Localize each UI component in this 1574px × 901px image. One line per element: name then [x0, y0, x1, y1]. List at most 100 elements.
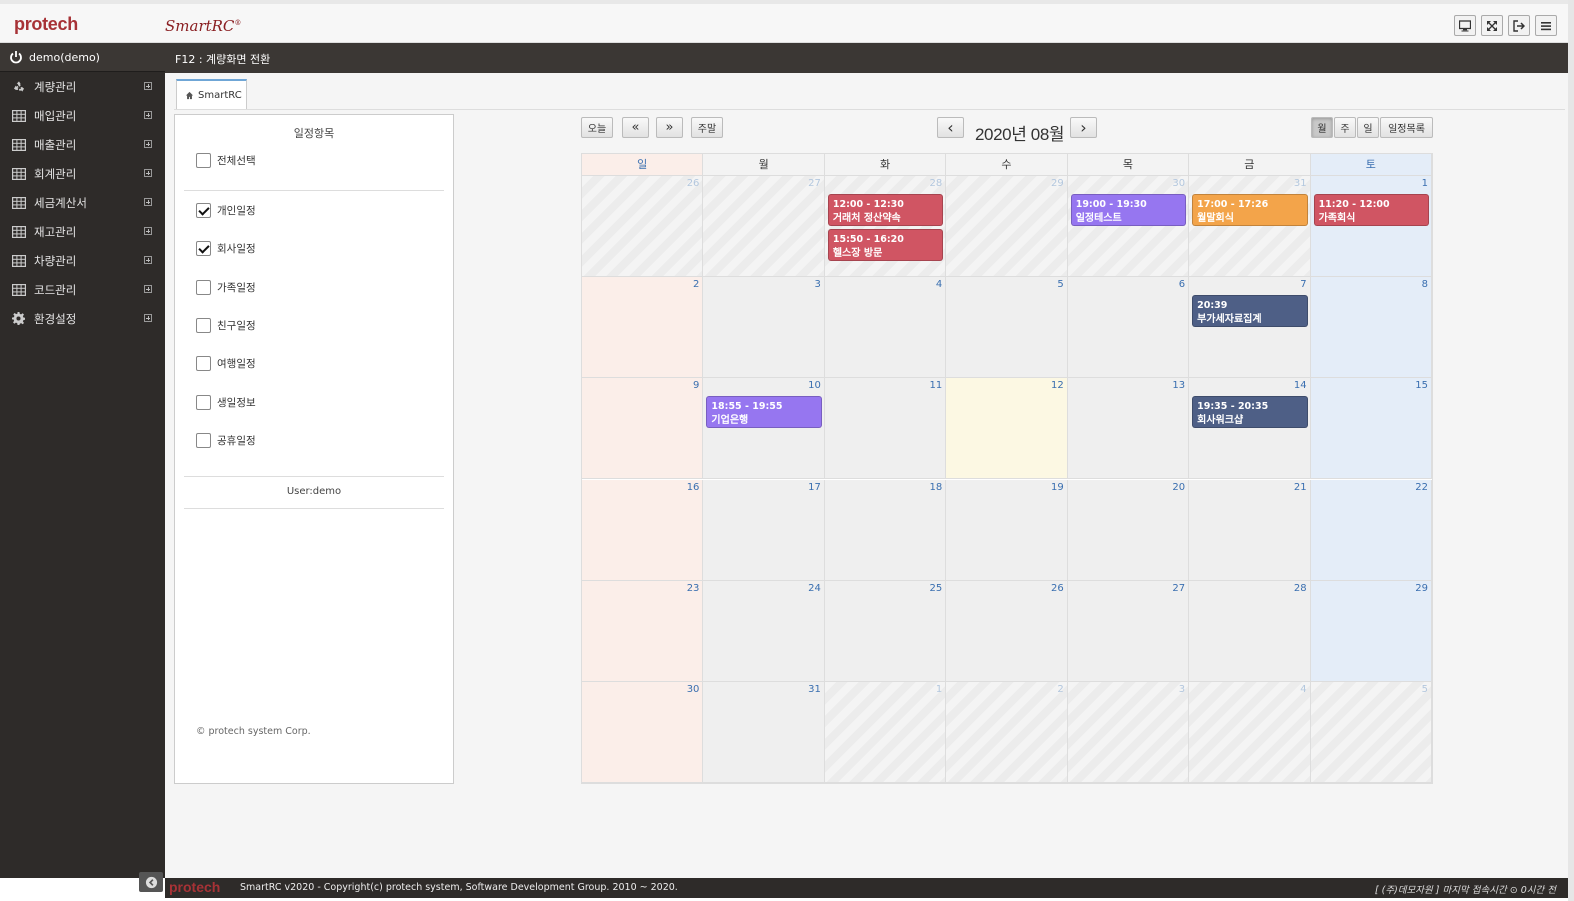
calendar-event[interactable]: 17:00 - 17:26 월말회식 [1192, 194, 1308, 226]
day-cell[interactable]: 29 [1310, 580, 1432, 682]
list-view-button[interactable]: 일정목록 [1380, 117, 1433, 138]
calendar-event[interactable]: 18:55 - 19:55 기업은행 [706, 396, 822, 429]
expand-plus-icon[interactable] [144, 227, 152, 235]
calendar-event[interactable]: 12:00 - 12:30 거래처 정산약속 [827, 194, 944, 226]
day-cell[interactable]: 25 [824, 580, 947, 682]
protech-logo[interactable]: protech [14, 14, 78, 35]
day-cell[interactable]: 28 [824, 176, 947, 278]
day-number[interactable]: 28 [930, 178, 943, 189]
weekend-button[interactable]: 주말 [691, 117, 723, 138]
day-number[interactable]: 11 [930, 380, 943, 391]
sidebar-item-0[interactable]: 계량관리 [0, 72, 165, 101]
day-number[interactable]: 23 [687, 583, 700, 594]
logout-button[interactable] [1508, 15, 1530, 36]
day-number[interactable]: 22 [1415, 482, 1428, 493]
day-number[interactable]: 29 [1051, 178, 1064, 189]
day-cell[interactable]: 31 [1189, 176, 1311, 278]
day-number[interactable]: 3 [1179, 684, 1185, 695]
day-number[interactable]: 26 [1051, 583, 1064, 594]
day-number[interactable]: 28 [1294, 583, 1307, 594]
menu-button[interactable] [1535, 15, 1557, 36]
day-cell[interactable]: 10 [703, 378, 825, 480]
expand-plus-icon[interactable] [144, 169, 152, 177]
prev-month-button[interactable]: ‹ [937, 117, 964, 138]
user-row[interactable]: demo(demo) [0, 43, 165, 72]
today-button[interactable]: 오늘 [581, 117, 613, 138]
day-number[interactable]: 1 [1422, 178, 1428, 189]
sidebar-item-4[interactable]: 세금계산서 [0, 188, 165, 217]
next-year-button[interactable]: » [656, 117, 683, 138]
day-cell[interactable]: 16 [582, 479, 704, 581]
day-number[interactable]: 1 [936, 684, 942, 695]
day-cell[interactable]: 6 [1067, 277, 1190, 379]
day-cell[interactable]: 14 [1189, 378, 1311, 480]
day-cell[interactable]: 21 [1189, 479, 1311, 581]
day-cell[interactable]: 19 [946, 479, 1068, 581]
day-cell[interactable]: 17 [703, 479, 825, 581]
day-cell[interactable]: 29 [946, 176, 1068, 278]
day-number[interactable]: 10 [808, 380, 821, 391]
day-number[interactable]: 25 [930, 583, 943, 594]
prev-year-button[interactable]: « [622, 117, 649, 138]
day-cell[interactable]: 4 [1189, 681, 1311, 783]
day-cell[interactable]: 1 [824, 681, 947, 783]
day-cell[interactable]: 2 [946, 681, 1068, 783]
day-number[interactable]: 5 [1057, 279, 1063, 290]
day-number[interactable]: 15 [1415, 380, 1428, 391]
day-cell[interactable]: 27 [1067, 580, 1190, 682]
day-cell[interactable]: 13 [1067, 378, 1190, 480]
collapse-sidebar-button[interactable] [139, 872, 163, 892]
tab-smartrc[interactable]: SmartRC [176, 79, 247, 110]
checkbox-box[interactable] [196, 317, 211, 333]
category-checkbox-4[interactable]: 여행일정 [196, 356, 256, 372]
next-month-button[interactable]: › [1070, 117, 1097, 138]
expand-plus-icon[interactable] [144, 82, 152, 90]
day-number[interactable]: 17 [808, 482, 821, 493]
day-cell[interactable]: 26 [946, 580, 1068, 682]
day-number[interactable]: 5 [1422, 684, 1428, 695]
day-number[interactable]: 16 [687, 482, 700, 493]
day-number[interactable]: 20 [1172, 482, 1185, 493]
month-view-button[interactable]: 월 [1311, 117, 1333, 138]
day-cell[interactable]: 11 [824, 378, 947, 480]
expand-plus-icon[interactable] [144, 314, 152, 322]
expand-plus-icon[interactable] [144, 256, 152, 264]
day-cell[interactable]: 8 [1310, 277, 1432, 379]
day-number[interactable]: 18 [930, 482, 943, 493]
day-cell[interactable]: 15 [1310, 378, 1432, 480]
day-number[interactable]: 13 [1172, 380, 1185, 391]
day-view-button[interactable]: 일 [1357, 117, 1379, 138]
expand-plus-icon[interactable] [144, 140, 152, 148]
day-number[interactable]: 12 [1051, 380, 1064, 391]
day-number[interactable]: 8 [1422, 279, 1428, 290]
day-number[interactable]: 27 [808, 178, 821, 189]
day-cell[interactable]: 7 [1189, 277, 1311, 379]
day-cell[interactable]: 27 [703, 176, 825, 278]
day-number[interactable]: 6 [1179, 279, 1185, 290]
sidebar-item-1[interactable]: 매입관리 [0, 101, 165, 130]
calendar-event[interactable]: 15:50 - 16:20 헬스장 방문 [827, 228, 944, 261]
day-number[interactable]: 9 [693, 380, 699, 391]
week-view-button[interactable]: 주 [1334, 117, 1356, 138]
day-number[interactable]: 31 [1294, 178, 1307, 189]
calendar-event[interactable]: 19:00 - 19:30 일정테스트 [1070, 194, 1187, 226]
sidebar-item-3[interactable]: 회계관리 [0, 159, 165, 188]
category-checkbox-6[interactable]: 공휴일정 [196, 432, 256, 448]
calendar-event[interactable]: 20:39 부가세자료집계 [1192, 295, 1308, 328]
day-number[interactable]: 29 [1415, 583, 1428, 594]
category-checkbox-0[interactable]: 개인일정 [196, 203, 256, 218]
day-cell[interactable]: 12 [946, 378, 1068, 480]
checkbox-box[interactable] [196, 432, 211, 448]
sidebar-item-8[interactable]: 환경설정 [0, 304, 165, 333]
calendar-event[interactable]: 11:20 - 12:00 가족회식 [1313, 194, 1429, 226]
day-cell[interactable]: 30 [582, 681, 704, 783]
day-cell[interactable]: 22 [1310, 479, 1432, 581]
sidebar-item-2[interactable]: 매출관리 [0, 130, 165, 159]
day-cell[interactable]: 4 [824, 277, 947, 379]
expand-plus-icon[interactable] [144, 285, 152, 293]
day-cell[interactable]: 31 [703, 681, 825, 783]
calendar-event[interactable]: 19:35 - 20:35 회사워크샵 [1192, 396, 1308, 429]
sidebar-item-7[interactable]: 코드관리 [0, 275, 165, 304]
day-cell[interactable]: 5 [946, 277, 1068, 379]
day-cell[interactable]: 18 [824, 479, 947, 581]
